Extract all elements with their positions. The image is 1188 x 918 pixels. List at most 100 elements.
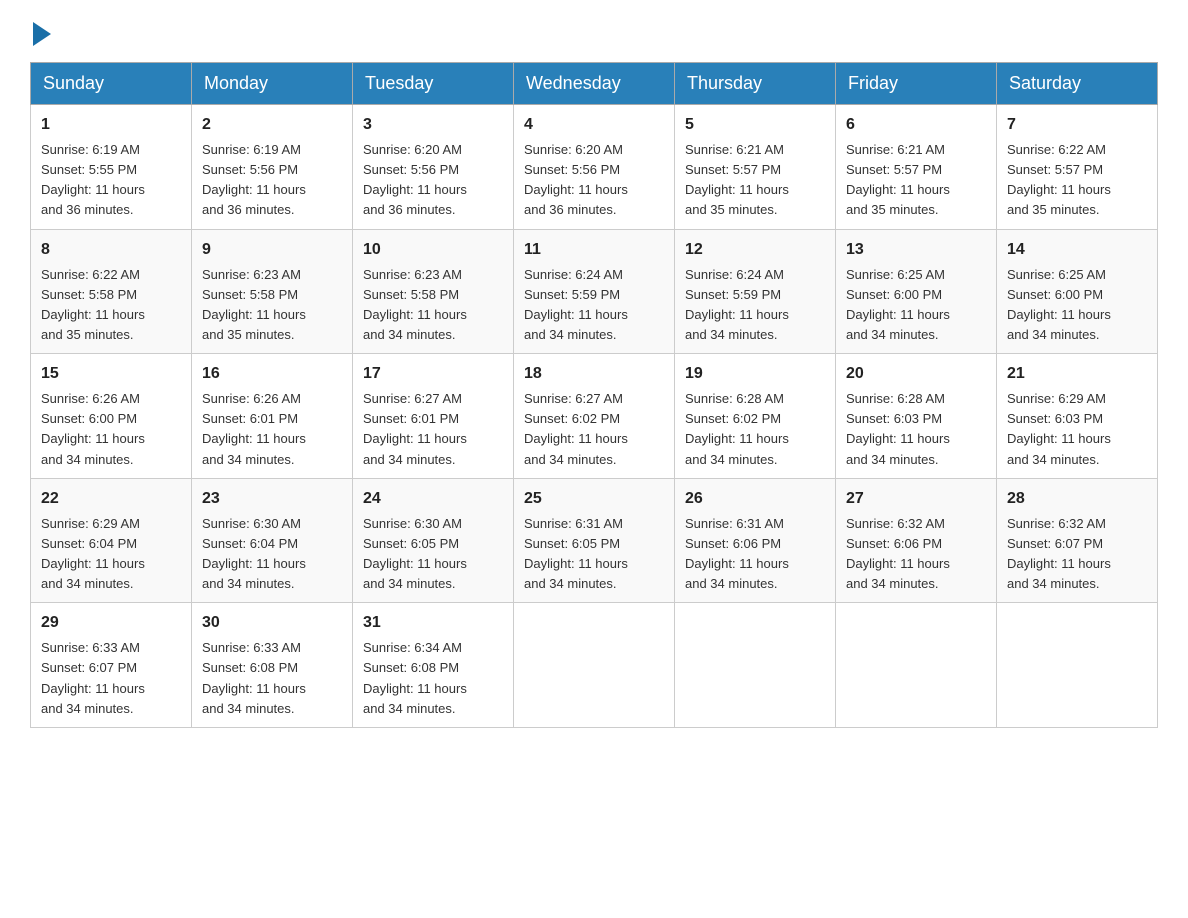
calendar-cell: 24 Sunrise: 6:30 AMSunset: 6:05 PMDaylig… (353, 478, 514, 603)
day-info: Sunrise: 6:29 AMSunset: 6:04 PMDaylight:… (41, 516, 145, 591)
calendar-cell: 7 Sunrise: 6:22 AMSunset: 5:57 PMDayligh… (997, 105, 1158, 230)
day-info: Sunrise: 6:21 AMSunset: 5:57 PMDaylight:… (685, 142, 789, 217)
day-info: Sunrise: 6:31 AMSunset: 6:06 PMDaylight:… (685, 516, 789, 591)
calendar-cell: 26 Sunrise: 6:31 AMSunset: 6:06 PMDaylig… (675, 478, 836, 603)
calendar-cell: 31 Sunrise: 6:34 AMSunset: 6:08 PMDaylig… (353, 603, 514, 728)
day-number: 9 (202, 238, 342, 262)
day-info: Sunrise: 6:23 AMSunset: 5:58 PMDaylight:… (363, 267, 467, 342)
day-info: Sunrise: 6:20 AMSunset: 5:56 PMDaylight:… (524, 142, 628, 217)
calendar-cell: 29 Sunrise: 6:33 AMSunset: 6:07 PMDaylig… (31, 603, 192, 728)
column-header-sunday: Sunday (31, 63, 192, 105)
column-header-friday: Friday (836, 63, 997, 105)
day-info: Sunrise: 6:24 AMSunset: 5:59 PMDaylight:… (524, 267, 628, 342)
day-info: Sunrise: 6:22 AMSunset: 5:58 PMDaylight:… (41, 267, 145, 342)
calendar-cell: 27 Sunrise: 6:32 AMSunset: 6:06 PMDaylig… (836, 478, 997, 603)
column-header-thursday: Thursday (675, 63, 836, 105)
day-number: 2 (202, 113, 342, 137)
calendar-cell: 5 Sunrise: 6:21 AMSunset: 5:57 PMDayligh… (675, 105, 836, 230)
day-info: Sunrise: 6:26 AMSunset: 6:00 PMDaylight:… (41, 391, 145, 466)
day-number: 6 (846, 113, 986, 137)
column-header-monday: Monday (192, 63, 353, 105)
day-number: 21 (1007, 362, 1147, 386)
day-info: Sunrise: 6:30 AMSunset: 6:04 PMDaylight:… (202, 516, 306, 591)
calendar-body: 1 Sunrise: 6:19 AMSunset: 5:55 PMDayligh… (31, 105, 1158, 728)
calendar-cell: 13 Sunrise: 6:25 AMSunset: 6:00 PMDaylig… (836, 229, 997, 354)
day-number: 1 (41, 113, 181, 137)
day-number: 19 (685, 362, 825, 386)
calendar-header: SundayMondayTuesdayWednesdayThursdayFrid… (31, 63, 1158, 105)
day-info: Sunrise: 6:20 AMSunset: 5:56 PMDaylight:… (363, 142, 467, 217)
day-number: 10 (363, 238, 503, 262)
calendar-cell: 18 Sunrise: 6:27 AMSunset: 6:02 PMDaylig… (514, 354, 675, 479)
day-number: 30 (202, 611, 342, 635)
day-info: Sunrise: 6:24 AMSunset: 5:59 PMDaylight:… (685, 267, 789, 342)
day-number: 14 (1007, 238, 1147, 262)
week-row-1: 1 Sunrise: 6:19 AMSunset: 5:55 PMDayligh… (31, 105, 1158, 230)
day-number: 5 (685, 113, 825, 137)
day-info: Sunrise: 6:28 AMSunset: 6:02 PMDaylight:… (685, 391, 789, 466)
day-number: 25 (524, 487, 664, 511)
day-info: Sunrise: 6:27 AMSunset: 6:01 PMDaylight:… (363, 391, 467, 466)
calendar-cell (514, 603, 675, 728)
calendar-cell (836, 603, 997, 728)
calendar-cell: 23 Sunrise: 6:30 AMSunset: 6:04 PMDaylig… (192, 478, 353, 603)
day-number: 26 (685, 487, 825, 511)
calendar-cell: 30 Sunrise: 6:33 AMSunset: 6:08 PMDaylig… (192, 603, 353, 728)
day-info: Sunrise: 6:26 AMSunset: 6:01 PMDaylight:… (202, 391, 306, 466)
calendar-cell: 25 Sunrise: 6:31 AMSunset: 6:05 PMDaylig… (514, 478, 675, 603)
calendar-cell: 6 Sunrise: 6:21 AMSunset: 5:57 PMDayligh… (836, 105, 997, 230)
calendar-cell: 10 Sunrise: 6:23 AMSunset: 5:58 PMDaylig… (353, 229, 514, 354)
day-info: Sunrise: 6:33 AMSunset: 6:07 PMDaylight:… (41, 640, 145, 715)
calendar-cell: 17 Sunrise: 6:27 AMSunset: 6:01 PMDaylig… (353, 354, 514, 479)
header-row: SundayMondayTuesdayWednesdayThursdayFrid… (31, 63, 1158, 105)
day-number: 3 (363, 113, 503, 137)
day-info: Sunrise: 6:22 AMSunset: 5:57 PMDaylight:… (1007, 142, 1111, 217)
day-info: Sunrise: 6:19 AMSunset: 5:55 PMDaylight:… (41, 142, 145, 217)
day-info: Sunrise: 6:30 AMSunset: 6:05 PMDaylight:… (363, 516, 467, 591)
calendar-cell: 19 Sunrise: 6:28 AMSunset: 6:02 PMDaylig… (675, 354, 836, 479)
day-number: 16 (202, 362, 342, 386)
day-number: 8 (41, 238, 181, 262)
day-info: Sunrise: 6:28 AMSunset: 6:03 PMDaylight:… (846, 391, 950, 466)
day-info: Sunrise: 6:32 AMSunset: 6:07 PMDaylight:… (1007, 516, 1111, 591)
day-info: Sunrise: 6:31 AMSunset: 6:05 PMDaylight:… (524, 516, 628, 591)
calendar-cell: 3 Sunrise: 6:20 AMSunset: 5:56 PMDayligh… (353, 105, 514, 230)
day-number: 28 (1007, 487, 1147, 511)
calendar-cell: 20 Sunrise: 6:28 AMSunset: 6:03 PMDaylig… (836, 354, 997, 479)
day-info: Sunrise: 6:27 AMSunset: 6:02 PMDaylight:… (524, 391, 628, 466)
logo-arrow-icon (33, 22, 51, 46)
day-number: 13 (846, 238, 986, 262)
day-info: Sunrise: 6:25 AMSunset: 6:00 PMDaylight:… (1007, 267, 1111, 342)
day-info: Sunrise: 6:32 AMSunset: 6:06 PMDaylight:… (846, 516, 950, 591)
calendar-cell (675, 603, 836, 728)
day-number: 23 (202, 487, 342, 511)
calendar-cell: 22 Sunrise: 6:29 AMSunset: 6:04 PMDaylig… (31, 478, 192, 603)
day-number: 24 (363, 487, 503, 511)
day-info: Sunrise: 6:34 AMSunset: 6:08 PMDaylight:… (363, 640, 467, 715)
calendar-cell: 2 Sunrise: 6:19 AMSunset: 5:56 PMDayligh… (192, 105, 353, 230)
calendar-cell: 12 Sunrise: 6:24 AMSunset: 5:59 PMDaylig… (675, 229, 836, 354)
calendar-cell: 1 Sunrise: 6:19 AMSunset: 5:55 PMDayligh… (31, 105, 192, 230)
day-number: 27 (846, 487, 986, 511)
calendar-cell (997, 603, 1158, 728)
day-number: 22 (41, 487, 181, 511)
week-row-2: 8 Sunrise: 6:22 AMSunset: 5:58 PMDayligh… (31, 229, 1158, 354)
day-number: 31 (363, 611, 503, 635)
column-header-saturday: Saturday (997, 63, 1158, 105)
day-info: Sunrise: 6:23 AMSunset: 5:58 PMDaylight:… (202, 267, 306, 342)
calendar-cell: 4 Sunrise: 6:20 AMSunset: 5:56 PMDayligh… (514, 105, 675, 230)
calendar-table: SundayMondayTuesdayWednesdayThursdayFrid… (30, 62, 1158, 728)
calendar-cell: 21 Sunrise: 6:29 AMSunset: 6:03 PMDaylig… (997, 354, 1158, 479)
calendar-cell: 16 Sunrise: 6:26 AMSunset: 6:01 PMDaylig… (192, 354, 353, 479)
day-info: Sunrise: 6:29 AMSunset: 6:03 PMDaylight:… (1007, 391, 1111, 466)
calendar-cell: 8 Sunrise: 6:22 AMSunset: 5:58 PMDayligh… (31, 229, 192, 354)
day-number: 17 (363, 362, 503, 386)
column-header-wednesday: Wednesday (514, 63, 675, 105)
page-header (30, 20, 1158, 42)
day-number: 4 (524, 113, 664, 137)
day-info: Sunrise: 6:21 AMSunset: 5:57 PMDaylight:… (846, 142, 950, 217)
calendar-cell: 28 Sunrise: 6:32 AMSunset: 6:07 PMDaylig… (997, 478, 1158, 603)
day-number: 12 (685, 238, 825, 262)
logo (30, 20, 51, 42)
day-number: 15 (41, 362, 181, 386)
